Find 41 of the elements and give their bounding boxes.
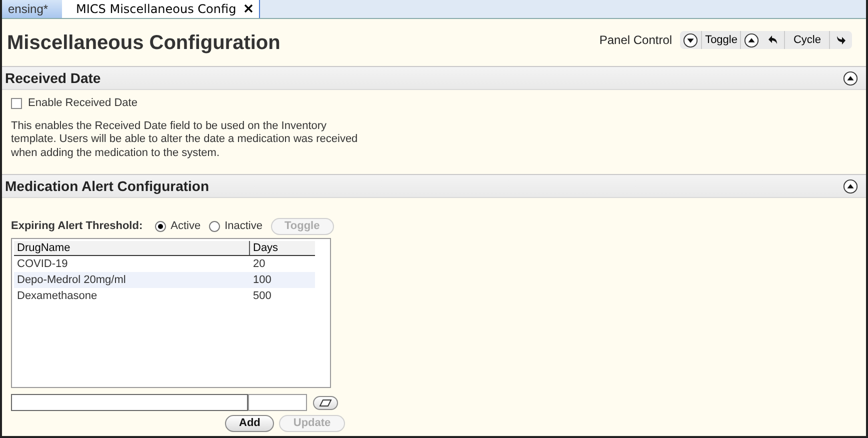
table-cell-text: 100 xyxy=(252,272,272,288)
back-arrow-icon[interactable] xyxy=(768,35,778,45)
section-header[interactable]: Medication Alert Configuration xyxy=(2,174,866,198)
cycle-button[interactable]: Cycle xyxy=(784,31,830,49)
description-text: This enables the Received Date field to be used on the Inventory template. Users will be able to alter the date a medication was received when adding the medication to the system. xyxy=(11,120,359,160)
checkbox[interactable] xyxy=(11,98,22,109)
collapse-icon xyxy=(843,178,858,194)
section-title: Received Date xyxy=(5,68,101,88)
clear-button[interactable] xyxy=(313,396,338,410)
threshold-label: Expiring Alert Threshold: xyxy=(11,219,143,234)
section-header[interactable]: Received Date xyxy=(2,66,866,90)
table-cell-text: 500 xyxy=(252,288,272,304)
radio-button[interactable] xyxy=(154,221,166,232)
forward-arrow-icon[interactable] xyxy=(836,35,846,45)
page-title: Miscellaneous Configuration xyxy=(7,31,280,56)
panel-control-label: Panel Control xyxy=(599,32,672,49)
table-row[interactable]: COVID-19 20 xyxy=(14,256,315,272)
section-title: Medication Alert Configuration xyxy=(5,176,210,196)
tab[interactable]: MICS Miscellaneous Config xyxy=(62,0,260,18)
checkbox-label: Enable Received Date xyxy=(28,96,138,111)
table-cell-text: 20 xyxy=(252,256,266,272)
days-input[interactable] xyxy=(248,394,307,411)
column-header[interactable]: DrugName xyxy=(14,241,250,255)
action-button[interactable]: Add xyxy=(225,415,274,432)
column-header[interactable]: Days xyxy=(250,241,315,255)
eraser-icon xyxy=(319,398,332,406)
collapse-icon xyxy=(843,70,858,86)
expand-all-icon xyxy=(744,32,760,48)
radio-label: Active xyxy=(170,219,201,234)
table-cell-text: Depo-Medrol 20mg/ml xyxy=(16,272,127,288)
close-icon[interactable] xyxy=(244,4,254,13)
table-cell-text: COVID-19 xyxy=(16,256,69,272)
radio-label: Inactive xyxy=(224,219,262,234)
table-row[interactable]: Dexamethasone 500 xyxy=(14,288,315,304)
tab[interactable]: ensing* xyxy=(2,0,62,18)
table-row[interactable]: Depo-Medrol 20mg/ml 100 xyxy=(14,272,315,288)
collapse-all-icon xyxy=(683,32,698,48)
toggle-button[interactable]: Toggle xyxy=(701,31,742,49)
drug-name-input[interactable] xyxy=(11,394,248,411)
radio-button[interactable] xyxy=(208,221,220,232)
table-cell-text: Dexamethasone xyxy=(16,288,98,304)
